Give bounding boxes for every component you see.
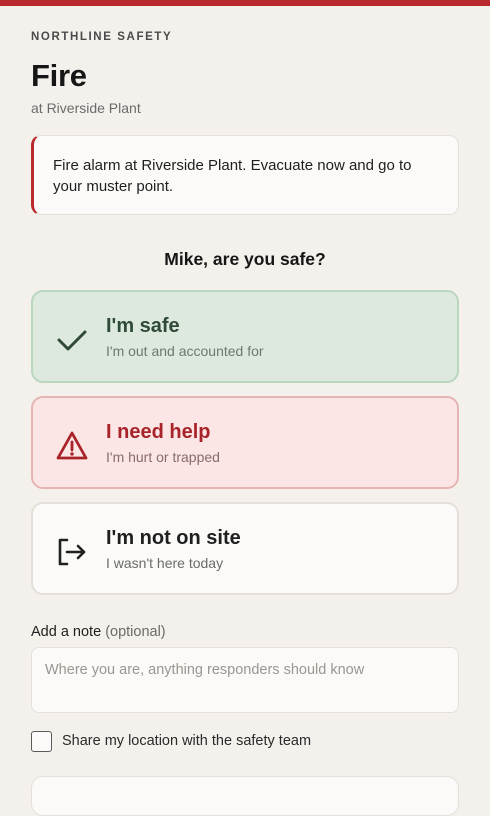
safety-question: Mike, are you safe? — [164, 249, 326, 269]
safety-checkin-page: NORTHLINE SAFETY Fire at Riverside Plant… — [0, 6, 490, 816]
brand-name: NORTHLINE SAFETY — [31, 31, 173, 43]
note-input[interactable] — [31, 647, 459, 713]
not-on-site-button[interactable]: I'm not on site I wasn't here today — [31, 502, 459, 595]
option-description: I'm out and accounted for — [106, 343, 264, 359]
need-help-button[interactable]: I need help I'm hurt or trapped — [31, 396, 459, 489]
page-title: Fire — [31, 58, 87, 93]
option-label: I'm safe — [106, 315, 180, 337]
warning-triangle-icon — [56, 431, 88, 460]
location-subtitle: at Riverside Plant — [31, 100, 141, 116]
im-safe-button[interactable]: I'm safe I'm out and accounted for — [31, 290, 459, 383]
note-optional-hint: (optional) — [105, 624, 166, 640]
option-label: I'm not on site — [106, 527, 241, 549]
alert-message-card: Fire alarm at Riverside Plant. Evacuate … — [31, 135, 459, 215]
alert-message: Fire alarm at Riverside Plant. Evacuate … — [53, 157, 412, 195]
checkmark-icon — [57, 330, 87, 351]
share-location-label: Share my location with the safety team — [62, 733, 312, 749]
exit-icon — [58, 538, 86, 566]
option-label: I need help — [106, 421, 211, 443]
share-location-toggle[interactable]: Share my location with the safety team — [31, 730, 311, 752]
note-label-text: Add a note — [31, 624, 102, 640]
share-location-checkbox[interactable] — [31, 730, 52, 752]
option-description: I'm hurt or trapped — [106, 449, 220, 465]
option-description: I wasn't here today — [106, 555, 224, 571]
submit-button[interactable] — [31, 776, 459, 816]
note-label: Add a note (optional) — [31, 624, 166, 640]
